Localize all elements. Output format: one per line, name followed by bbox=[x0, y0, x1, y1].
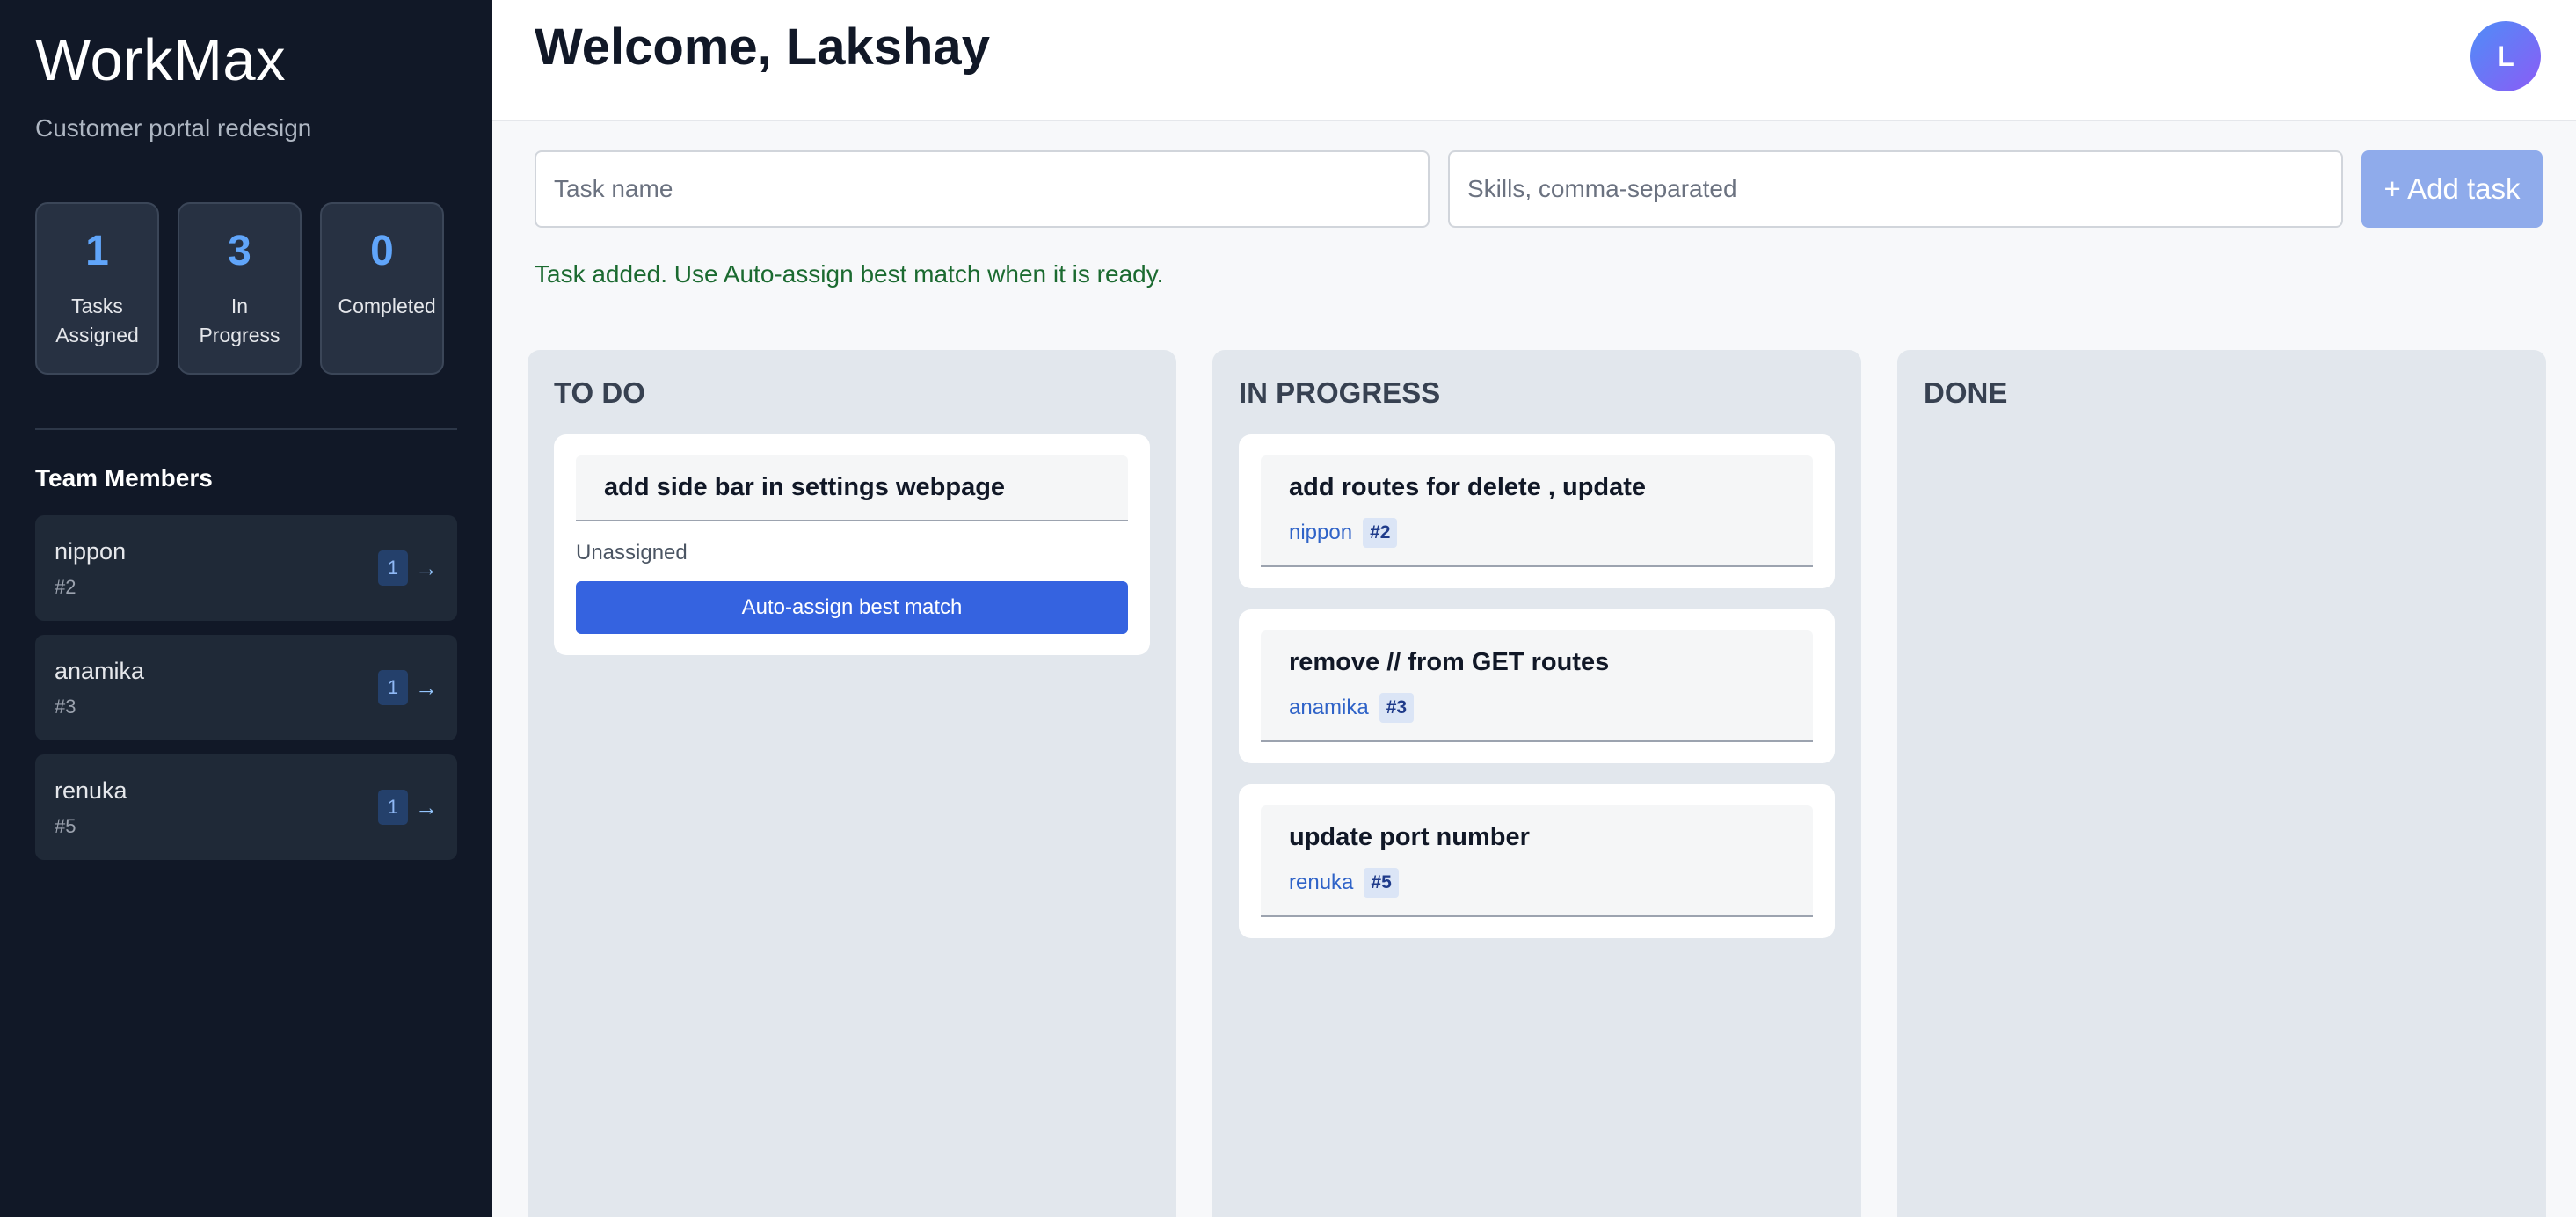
team-member-anamika[interactable]: anamika #3 1 → bbox=[35, 635, 457, 740]
task-card[interactable]: update port number renuka #5 bbox=[1239, 784, 1835, 938]
page-header: Welcome, Lakshay L bbox=[492, 0, 2576, 121]
assignee-link[interactable]: nippon bbox=[1289, 521, 1352, 545]
stat-tasks-assigned: 1 Tasks Assigned bbox=[35, 202, 159, 375]
task-meta: nippon #2 bbox=[1289, 518, 1785, 548]
sidebar-divider bbox=[35, 428, 457, 430]
member-id-badge: #3 bbox=[1379, 693, 1415, 723]
task-card[interactable]: remove // from GET routes anamika #3 bbox=[1239, 609, 1835, 763]
member-id-badge: #5 bbox=[1364, 868, 1399, 898]
column-done: DONE bbox=[1897, 350, 2546, 1217]
assignee-link[interactable]: renuka bbox=[1289, 871, 1353, 895]
member-task-count: 1 bbox=[378, 790, 408, 825]
stat-in-progress: 3 In Progress bbox=[178, 202, 302, 375]
sidebar: WorkMax Customer portal redesign 1 Tasks… bbox=[0, 0, 492, 1217]
member-task-link[interactable]: 1 → bbox=[378, 550, 438, 586]
arrow-right-icon: → bbox=[415, 674, 438, 701]
task-card[interactable]: add side bar in settings webpage Unassig… bbox=[554, 434, 1150, 655]
task-title: update port number bbox=[1289, 823, 1530, 851]
avatar[interactable]: L bbox=[2470, 21, 2541, 91]
team-member-renuka[interactable]: renuka #5 1 → bbox=[35, 754, 457, 860]
task-meta: anamika #3 bbox=[1289, 693, 1785, 723]
team-members-list: nippon #2 1 → anamika #3 1 → renuka #5 1… bbox=[35, 515, 457, 874]
stat-label: In Progress bbox=[199, 295, 280, 346]
stat-value: 0 bbox=[370, 228, 394, 274]
task-card-header: add side bar in settings webpage bbox=[576, 455, 1128, 521]
team-members-heading: Team Members bbox=[35, 464, 213, 492]
skills-input[interactable] bbox=[1448, 150, 2343, 228]
task-card-header: remove // from GET routes anamika #3 bbox=[1261, 630, 1813, 742]
stat-label: Completed bbox=[338, 295, 436, 317]
assignee-link[interactable]: anamika bbox=[1289, 696, 1369, 720]
column-title: DONE bbox=[1924, 376, 2008, 409]
stat-completed: 0 Completed bbox=[320, 202, 444, 375]
column-title: TO DO bbox=[554, 376, 645, 409]
status-message: Task added. Use Auto-assign best match w… bbox=[535, 260, 1164, 288]
member-task-count: 1 bbox=[378, 670, 408, 705]
member-id-badge: #2 bbox=[1363, 518, 1398, 548]
task-meta: renuka #5 bbox=[1289, 868, 1785, 898]
stats-panel: 1 Tasks Assigned 3 In Progress 0 Complet… bbox=[35, 202, 444, 375]
add-task-button[interactable]: + Add task bbox=[2361, 150, 2543, 228]
arrow-right-icon: → bbox=[415, 554, 438, 581]
stat-label: Tasks Assigned bbox=[55, 295, 139, 346]
task-card-header: add routes for delete , update nippon #2 bbox=[1261, 455, 1813, 567]
column-title: IN PROGRESS bbox=[1239, 376, 1441, 409]
page-title: Welcome, Lakshay bbox=[535, 18, 990, 76]
task-title: add side bar in settings webpage bbox=[604, 473, 1006, 501]
task-name-input[interactable] bbox=[535, 150, 1430, 228]
column-in-progress: IN PROGRESS add routes for delete , upda… bbox=[1212, 350, 1861, 1217]
app-logo: WorkMax bbox=[35, 27, 287, 93]
member-task-count: 1 bbox=[378, 550, 408, 586]
member-task-link[interactable]: 1 → bbox=[378, 670, 438, 705]
stat-value: 1 bbox=[85, 228, 109, 274]
stat-value: 3 bbox=[228, 228, 251, 274]
member-task-link[interactable]: 1 → bbox=[378, 790, 438, 825]
auto-assign-button[interactable]: Auto-assign best match bbox=[576, 581, 1128, 634]
task-card-header: update port number renuka #5 bbox=[1261, 805, 1813, 917]
team-member-nippon[interactable]: nippon #2 1 → bbox=[35, 515, 457, 621]
task-title: remove // from GET routes bbox=[1289, 648, 1610, 676]
project-name: Customer portal redesign bbox=[35, 114, 312, 142]
arrow-right-icon: → bbox=[415, 793, 438, 820]
assignment-status: Unassigned bbox=[576, 541, 688, 565]
column-todo: TO DO add side bar in settings webpage U… bbox=[528, 350, 1176, 1217]
task-card[interactable]: add routes for delete , update nippon #2 bbox=[1239, 434, 1835, 588]
task-title: add routes for delete , update bbox=[1289, 473, 1647, 501]
